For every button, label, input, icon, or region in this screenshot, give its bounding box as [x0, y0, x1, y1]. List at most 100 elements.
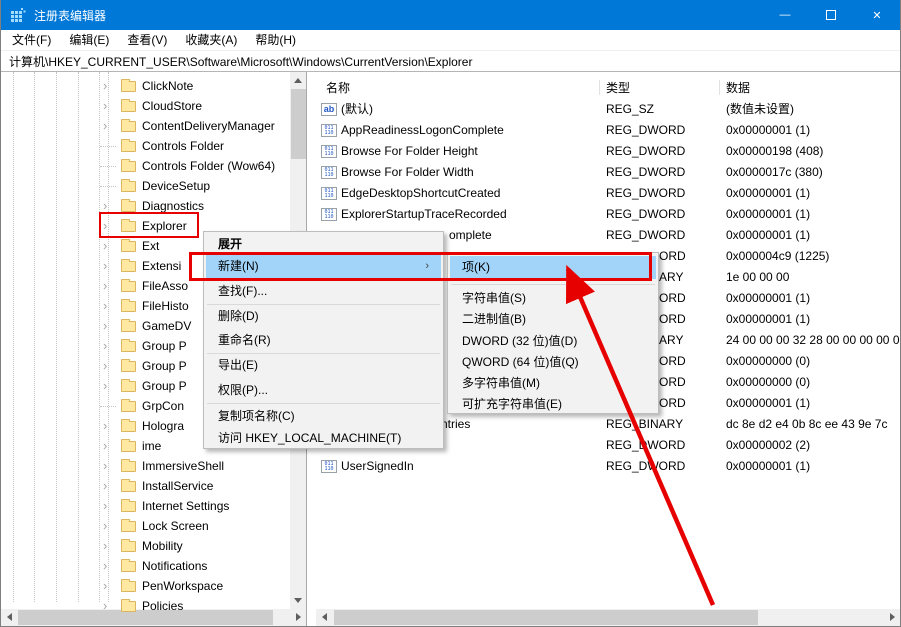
- maximize-icon: [826, 10, 836, 20]
- tree-item-controls-folder-wow64-[interactable]: Controls Folder (Wow64): [1, 156, 307, 176]
- chevron-expand-icon[interactable]: ›: [103, 579, 107, 592]
- value-name: EdgeDesktopShortcutCreated: [341, 183, 500, 204]
- value-data: 0x00000001 (1): [726, 120, 810, 141]
- tree-item-cloudstore[interactable]: › CloudStore: [1, 96, 307, 116]
- chevron-expand-icon[interactable]: ›: [103, 499, 107, 512]
- folder-icon: [121, 81, 136, 92]
- tree-item-label: ImmersiveShell: [142, 459, 224, 473]
- values-horizontal-scrollbar[interactable]: [316, 609, 900, 626]
- tree-item-devicesetup[interactable]: DeviceSetup: [1, 176, 307, 196]
- registry-value-row[interactable]: ab(默认)REG_SZ(数值未设置): [314, 99, 900, 120]
- chevron-expand-icon[interactable]: ›: [103, 559, 107, 572]
- new-submenu-item-2[interactable]: 字符串值(S): [450, 287, 656, 310]
- value-data: 0x00000001 (1): [726, 309, 810, 330]
- menu-favorites[interactable]: 收藏夹(A): [176, 30, 246, 51]
- chevron-expand-icon[interactable]: ›: [103, 259, 107, 272]
- tree-item-internet-settings[interactable]: ›Internet Settings: [1, 496, 307, 516]
- tree-item-policies[interactable]: ›Policies: [1, 596, 307, 616]
- tree-item-label: CloudStore: [142, 99, 202, 113]
- registry-value-row[interactable]: 011 110AppReadinessLogonCompleteREG_DWOR…: [314, 120, 900, 141]
- registry-value-row[interactable]: 011 110ExplorerStartupTraceRecordedREG_D…: [314, 204, 900, 225]
- context-menu-item-11[interactable]: 访问 HKEY_LOCAL_MACHINE(T): [206, 427, 441, 450]
- tree-item-notifications[interactable]: ›Notifications: [1, 556, 307, 576]
- new-submenu-item-4[interactable]: DWORD (32 位)值(D): [450, 330, 656, 353]
- value-data: 0x000004c9 (1225): [726, 246, 829, 267]
- registry-value-row[interactable]: 011 110UserSignedInREG_DWORD0x00000001 (…: [314, 456, 900, 477]
- menu-view[interactable]: 查看(V): [118, 30, 176, 51]
- folder-icon: [121, 261, 136, 272]
- context-menu-item-10[interactable]: 复制项名称(C): [206, 405, 441, 428]
- tree-branch-dots: [100, 166, 116, 167]
- tree-item-label: Group P: [142, 379, 187, 393]
- new-submenu-item-7[interactable]: 可扩充字符串值(E): [450, 393, 656, 416]
- scroll-left-icon[interactable]: [322, 613, 327, 621]
- registry-value-row[interactable]: 011 110Browse For Folder WidthREG_DWORD0…: [314, 162, 900, 183]
- chevron-expand-icon[interactable]: ›: [103, 379, 107, 392]
- close-button[interactable]: ✕: [854, 0, 900, 30]
- registry-value-row[interactable]: 011 110Browse For Folder HeightREG_DWORD…: [314, 141, 900, 162]
- chevron-expand-icon[interactable]: ›: [103, 319, 107, 332]
- menu-edit[interactable]: 编辑(E): [60, 30, 118, 51]
- tree-item-clicknote[interactable]: ›ClickNote: [1, 76, 307, 96]
- chevron-expand-icon[interactable]: ›: [103, 299, 107, 312]
- column-header-name[interactable]: 名称: [326, 78, 350, 98]
- column-header-type[interactable]: 类型: [606, 78, 630, 98]
- chevron-expand-icon[interactable]: ›: [103, 279, 107, 292]
- folder-icon: [121, 341, 136, 352]
- maximize-button[interactable]: [808, 0, 854, 30]
- minimize-button[interactable]: —: [762, 0, 808, 30]
- value-data: 1e 00 00 00: [726, 267, 789, 288]
- menu-help[interactable]: 帮助(H): [246, 30, 305, 51]
- folder-icon: [121, 301, 136, 312]
- registry-value-row[interactable]: 011 110EdgeDesktopShortcutCreatedREG_DWO…: [314, 183, 900, 204]
- address-bar[interactable]: 计算机\HKEY_CURRENT_USER\Software\Microsoft…: [1, 52, 900, 72]
- chevron-expand-icon[interactable]: ›: [103, 539, 107, 552]
- scroll-right-icon[interactable]: [890, 613, 895, 621]
- chevron-expand-icon[interactable]: ›: [103, 339, 107, 352]
- context-menu-item-7[interactable]: 导出(E): [206, 354, 441, 377]
- new-submenu-item-6[interactable]: 多字符串值(M): [450, 372, 656, 395]
- chevron-expand-icon[interactable]: ›: [103, 239, 107, 252]
- context-menu-item-2[interactable]: 查找(F)...: [206, 280, 441, 303]
- value-type: REG_DWORD: [606, 435, 685, 456]
- chevron-expand-icon[interactable]: ›: [103, 599, 107, 612]
- tree-item-mobility[interactable]: ›Mobility: [1, 536, 307, 556]
- tree-item-label: Controls Folder: [142, 139, 224, 153]
- chevron-expand-icon[interactable]: ›: [103, 439, 107, 452]
- tree-item-penworkspace[interactable]: ›PenWorkspace: [1, 576, 307, 596]
- tree-item-label: FileAsso: [142, 279, 188, 293]
- value-data: 0x00000001 (1): [726, 288, 810, 309]
- folder-icon: [121, 581, 136, 592]
- chevron-expand-icon[interactable]: ›: [103, 459, 107, 472]
- value-data: (数值未设置): [726, 99, 794, 120]
- tree-item-contentdeliverymanager[interactable]: ›ContentDeliveryManager: [1, 116, 307, 136]
- tree-item-label: GameDV: [142, 319, 191, 333]
- chevron-expand-icon[interactable]: ›: [103, 99, 107, 112]
- new-submenu-item-5[interactable]: QWORD (64 位)值(Q): [450, 351, 656, 374]
- title-bar[interactable]: 注册表编辑器 — ✕: [1, 0, 900, 30]
- chevron-expand-icon[interactable]: ›: [103, 519, 107, 532]
- chevron-expand-icon[interactable]: ›: [103, 419, 107, 432]
- tree-item-lock-screen[interactable]: ›Lock Screen: [1, 516, 307, 536]
- menu-file[interactable]: 文件(F): [3, 30, 60, 51]
- binary-value-icon: 011 110: [321, 208, 337, 221]
- chevron-expand-icon[interactable]: ›: [103, 479, 107, 492]
- context-menu-separator: [207, 403, 440, 404]
- new-submenu-item-3[interactable]: 二进制值(B): [450, 308, 656, 331]
- tree-item-installservice[interactable]: ›InstallService: [1, 476, 307, 496]
- chevron-expand-icon[interactable]: ›: [103, 359, 107, 372]
- tree-item-controls-folder[interactable]: Controls Folder: [1, 136, 307, 156]
- values-hscroll-thumb[interactable]: [334, 610, 758, 625]
- column-header-data[interactable]: 数据: [726, 78, 750, 98]
- chevron-expand-icon[interactable]: ›: [103, 119, 107, 132]
- context-menu-item-5[interactable]: 重命名(R): [206, 329, 441, 352]
- context-menu-item-8[interactable]: 权限(P)...: [206, 379, 441, 402]
- tree-item-immersiveshell[interactable]: › ImmersiveShell: [1, 456, 307, 476]
- binary-value-icon: 011 110: [321, 460, 337, 473]
- chevron-expand-icon[interactable]: ›: [103, 79, 107, 92]
- chevron-expand-icon[interactable]: ›: [103, 199, 107, 212]
- context-menu-item-4[interactable]: 删除(D): [206, 305, 441, 328]
- column-divider[interactable]: [719, 80, 720, 95]
- column-divider[interactable]: [599, 80, 600, 95]
- folder-icon: [121, 181, 136, 192]
